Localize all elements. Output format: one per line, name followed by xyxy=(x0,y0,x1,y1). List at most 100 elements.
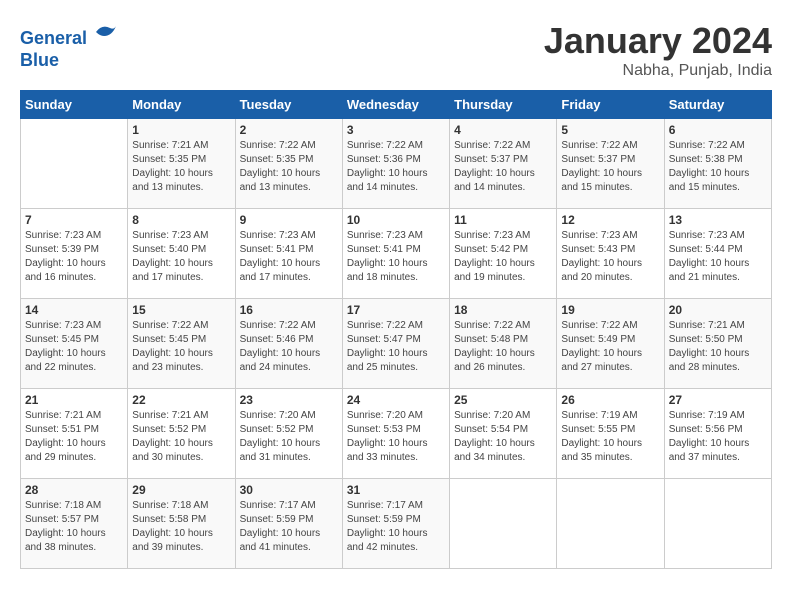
cell-week4-day5: 26 Sunrise: 7:19 AMSunset: 5:55 PMDaylig… xyxy=(557,389,664,479)
day-info: Sunrise: 7:23 AMSunset: 5:45 PMDaylight:… xyxy=(25,319,123,375)
day-number: 24 xyxy=(347,393,445,407)
day-info: Sunrise: 7:21 AMSunset: 5:52 PMDaylight:… xyxy=(132,409,230,465)
day-number: 17 xyxy=(347,303,445,317)
day-info: Sunrise: 7:22 AMSunset: 5:37 PMDaylight:… xyxy=(561,139,659,195)
day-number: 20 xyxy=(669,303,767,317)
day-number: 4 xyxy=(454,123,552,137)
day-number: 23 xyxy=(240,393,338,407)
day-number: 16 xyxy=(240,303,338,317)
cell-week1-day6: 6 Sunrise: 7:22 AMSunset: 5:38 PMDayligh… xyxy=(664,119,771,209)
day-info: Sunrise: 7:23 AMSunset: 5:44 PMDaylight:… xyxy=(669,229,767,285)
day-info: Sunrise: 7:17 AMSunset: 5:59 PMDaylight:… xyxy=(240,499,338,555)
cell-week4-day4: 25 Sunrise: 7:20 AMSunset: 5:54 PMDaylig… xyxy=(450,389,557,479)
col-friday: Friday xyxy=(557,91,664,119)
cell-week3-day0: 14 Sunrise: 7:23 AMSunset: 5:45 PMDaylig… xyxy=(21,299,128,389)
cell-week1-day1: 1 Sunrise: 7:21 AMSunset: 5:35 PMDayligh… xyxy=(128,119,235,209)
cell-week3-day2: 16 Sunrise: 7:22 AMSunset: 5:46 PMDaylig… xyxy=(235,299,342,389)
day-number: 27 xyxy=(669,393,767,407)
col-tuesday: Tuesday xyxy=(235,91,342,119)
cell-week1-day3: 3 Sunrise: 7:22 AMSunset: 5:36 PMDayligh… xyxy=(342,119,449,209)
col-sunday: Sunday xyxy=(21,91,128,119)
cell-week1-day2: 2 Sunrise: 7:22 AMSunset: 5:35 PMDayligh… xyxy=(235,119,342,209)
cell-week2-day0: 7 Sunrise: 7:23 AMSunset: 5:39 PMDayligh… xyxy=(21,209,128,299)
day-info: Sunrise: 7:22 AMSunset: 5:49 PMDaylight:… xyxy=(561,319,659,375)
day-info: Sunrise: 7:23 AMSunset: 5:40 PMDaylight:… xyxy=(132,229,230,285)
day-number: 26 xyxy=(561,393,659,407)
cell-week5-day3: 31 Sunrise: 7:17 AMSunset: 5:59 PMDaylig… xyxy=(342,479,449,569)
cell-week4-day3: 24 Sunrise: 7:20 AMSunset: 5:53 PMDaylig… xyxy=(342,389,449,479)
cell-week1-day5: 5 Sunrise: 7:22 AMSunset: 5:37 PMDayligh… xyxy=(557,119,664,209)
day-number: 31 xyxy=(347,483,445,497)
day-number: 21 xyxy=(25,393,123,407)
day-number: 13 xyxy=(669,213,767,227)
day-info: Sunrise: 7:21 AMSunset: 5:50 PMDaylight:… xyxy=(669,319,767,375)
day-info: Sunrise: 7:19 AMSunset: 5:55 PMDaylight:… xyxy=(561,409,659,465)
day-info: Sunrise: 7:22 AMSunset: 5:37 PMDaylight:… xyxy=(454,139,552,195)
day-number: 15 xyxy=(132,303,230,317)
day-number: 22 xyxy=(132,393,230,407)
day-number: 10 xyxy=(347,213,445,227)
week-row-1: 1 Sunrise: 7:21 AMSunset: 5:35 PMDayligh… xyxy=(21,119,772,209)
day-number: 19 xyxy=(561,303,659,317)
cell-week3-day3: 17 Sunrise: 7:22 AMSunset: 5:47 PMDaylig… xyxy=(342,299,449,389)
day-info: Sunrise: 7:19 AMSunset: 5:56 PMDaylight:… xyxy=(669,409,767,465)
day-number: 2 xyxy=(240,123,338,137)
day-info: Sunrise: 7:21 AMSunset: 5:35 PMDaylight:… xyxy=(132,139,230,195)
col-wednesday: Wednesday xyxy=(342,91,449,119)
col-thursday: Thursday xyxy=(450,91,557,119)
cell-week5-day1: 29 Sunrise: 7:18 AMSunset: 5:58 PMDaylig… xyxy=(128,479,235,569)
cell-week3-day1: 15 Sunrise: 7:22 AMSunset: 5:45 PMDaylig… xyxy=(128,299,235,389)
day-info: Sunrise: 7:23 AMSunset: 5:41 PMDaylight:… xyxy=(347,229,445,285)
week-row-5: 28 Sunrise: 7:18 AMSunset: 5:57 PMDaylig… xyxy=(21,479,772,569)
day-info: Sunrise: 7:20 AMSunset: 5:54 PMDaylight:… xyxy=(454,409,552,465)
day-number: 30 xyxy=(240,483,338,497)
week-row-3: 14 Sunrise: 7:23 AMSunset: 5:45 PMDaylig… xyxy=(21,299,772,389)
col-saturday: Saturday xyxy=(664,91,771,119)
day-number: 8 xyxy=(132,213,230,227)
cell-week4-day1: 22 Sunrise: 7:21 AMSunset: 5:52 PMDaylig… xyxy=(128,389,235,479)
week-row-2: 7 Sunrise: 7:23 AMSunset: 5:39 PMDayligh… xyxy=(21,209,772,299)
day-info: Sunrise: 7:22 AMSunset: 5:38 PMDaylight:… xyxy=(669,139,767,195)
day-number: 1 xyxy=(132,123,230,137)
cell-week3-day6: 20 Sunrise: 7:21 AMSunset: 5:50 PMDaylig… xyxy=(664,299,771,389)
day-info: Sunrise: 7:18 AMSunset: 5:58 PMDaylight:… xyxy=(132,499,230,555)
cell-week1-day4: 4 Sunrise: 7:22 AMSunset: 5:37 PMDayligh… xyxy=(450,119,557,209)
day-number: 3 xyxy=(347,123,445,137)
week-row-4: 21 Sunrise: 7:21 AMSunset: 5:51 PMDaylig… xyxy=(21,389,772,479)
day-number: 7 xyxy=(25,213,123,227)
day-info: Sunrise: 7:23 AMSunset: 5:41 PMDaylight:… xyxy=(240,229,338,285)
day-number: 28 xyxy=(25,483,123,497)
logo-icon xyxy=(94,20,118,44)
day-info: Sunrise: 7:22 AMSunset: 5:46 PMDaylight:… xyxy=(240,319,338,375)
day-number: 9 xyxy=(240,213,338,227)
day-info: Sunrise: 7:17 AMSunset: 5:59 PMDaylight:… xyxy=(347,499,445,555)
day-number: 14 xyxy=(25,303,123,317)
cell-week4-day0: 21 Sunrise: 7:21 AMSunset: 5:51 PMDaylig… xyxy=(21,389,128,479)
day-number: 12 xyxy=(561,213,659,227)
day-info: Sunrise: 7:22 AMSunset: 5:45 PMDaylight:… xyxy=(132,319,230,375)
day-info: Sunrise: 7:22 AMSunset: 5:47 PMDaylight:… xyxy=(347,319,445,375)
cell-week2-day6: 13 Sunrise: 7:23 AMSunset: 5:44 PMDaylig… xyxy=(664,209,771,299)
title-block: January 2024 Nabha, Punjab, India xyxy=(544,20,772,80)
day-number: 25 xyxy=(454,393,552,407)
cell-week2-day3: 10 Sunrise: 7:23 AMSunset: 5:41 PMDaylig… xyxy=(342,209,449,299)
day-info: Sunrise: 7:23 AMSunset: 5:39 PMDaylight:… xyxy=(25,229,123,285)
calendar-header-row: Sunday Monday Tuesday Wednesday Thursday… xyxy=(21,91,772,119)
day-info: Sunrise: 7:23 AMSunset: 5:43 PMDaylight:… xyxy=(561,229,659,285)
logo-text: General xyxy=(20,20,118,50)
day-number: 29 xyxy=(132,483,230,497)
month-title: January 2024 xyxy=(544,20,772,62)
day-info: Sunrise: 7:21 AMSunset: 5:51 PMDaylight:… xyxy=(25,409,123,465)
logo-line2: Blue xyxy=(20,50,118,72)
cell-week2-day5: 12 Sunrise: 7:23 AMSunset: 5:43 PMDaylig… xyxy=(557,209,664,299)
cell-week3-day5: 19 Sunrise: 7:22 AMSunset: 5:49 PMDaylig… xyxy=(557,299,664,389)
day-number: 6 xyxy=(669,123,767,137)
cell-week5-day2: 30 Sunrise: 7:17 AMSunset: 5:59 PMDaylig… xyxy=(235,479,342,569)
cell-week5-day6 xyxy=(664,479,771,569)
cell-week2-day4: 11 Sunrise: 7:23 AMSunset: 5:42 PMDaylig… xyxy=(450,209,557,299)
day-info: Sunrise: 7:22 AMSunset: 5:48 PMDaylight:… xyxy=(454,319,552,375)
cell-week2-day2: 9 Sunrise: 7:23 AMSunset: 5:41 PMDayligh… xyxy=(235,209,342,299)
cell-week5-day4 xyxy=(450,479,557,569)
cell-week4-day6: 27 Sunrise: 7:19 AMSunset: 5:56 PMDaylig… xyxy=(664,389,771,479)
cell-week1-day0 xyxy=(21,119,128,209)
